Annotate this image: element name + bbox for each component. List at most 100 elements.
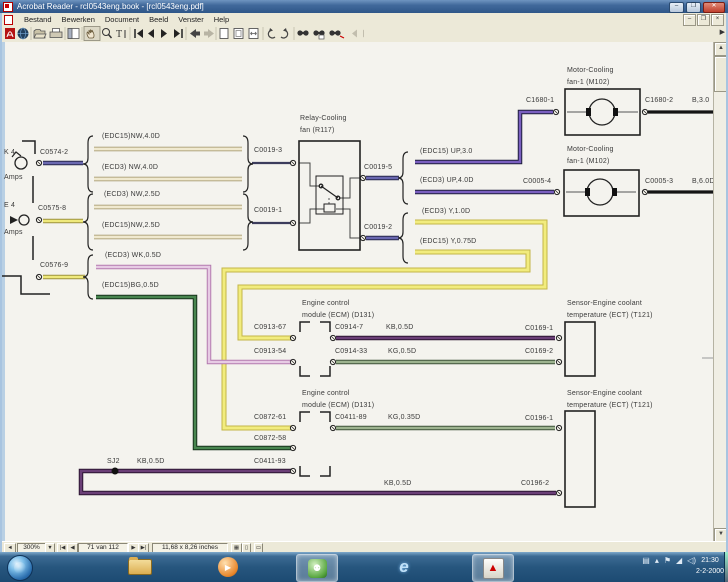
menu-item-document[interactable]: Document [100,15,144,24]
wire-label: K 4 [4,149,15,156]
wire-label: Amps [4,229,23,236]
wire-label: (EDC15)NW,2.5D [102,222,160,229]
prev-highlight-icon[interactable] [352,30,357,38]
next-highlight-icon[interactable] [363,30,364,38]
menu-item-bestand[interactable]: Bestand [19,15,57,24]
tray-show-hidden-icon[interactable]: ▴ [655,556,659,565]
taskbar-media-player-icon[interactable]: ▶ [208,554,248,580]
wire-label: C0169-1 [525,325,553,332]
actual-size-icon[interactable] [220,29,228,39]
wire-label: C0411-89 [335,414,367,421]
find-icon[interactable] [297,30,308,35]
wire-label: C1680-2 [645,97,673,104]
web-buy-icon[interactable] [18,28,29,39]
wire-label: C0005-3 [645,178,673,185]
wire-label: Motor-Cooling [567,67,614,74]
wire-label: C0872-61 [254,414,286,421]
clock-time: 21:30 [695,555,725,566]
wire-label: B,6.0D [692,178,713,185]
rotate-right-icon[interactable] [281,28,288,38]
tray-monitor-icon[interactable]: ▤ [642,556,650,565]
menu-bar: BestandBewerkenDocumentBeeldVensterHelp … [2,13,726,27]
wire-label: C0913-54 [254,348,286,355]
wire-label: Amps [4,174,23,181]
taskbar-messenger-icon[interactable]: ⚉ [296,554,338,582]
child-minimize-button[interactable]: – [683,14,696,26]
search-icon[interactable] [313,30,324,39]
taskbar-explorer-icon[interactable] [120,554,160,580]
wire-label: KB,0.5D [386,324,413,331]
wire-label: C0576-9 [40,262,68,269]
close-button[interactable]: ✕ [703,2,725,13]
go-forward-icon[interactable] [204,29,214,38]
go-back-icon[interactable] [190,29,200,38]
menu-item-beeld[interactable]: Beeld [144,15,173,24]
wire-label: (EDC15)NW,4.0D [102,133,160,140]
toolbar-overflow-icon[interactable]: ▶ [720,28,725,36]
wire-label: temperature (ECT) (T121) [567,312,653,319]
title-bar[interactable]: Acrobat Reader - rcl0543eng.book - [rcl0… [0,0,728,13]
next-page-icon[interactable] [161,29,167,38]
wire-label: E 4 [4,202,15,209]
child-restore-button[interactable]: ❐ [697,14,710,26]
prev-page-icon[interactable] [148,29,154,38]
wire-label: C0913-67 [254,324,286,331]
acrobat-reader-window: Acrobat Reader - rcl0543eng.book - [rcl0… [0,0,728,582]
wire-label: C0196-1 [525,415,553,422]
search-results-icon[interactable] [329,30,344,38]
menu-item-venster[interactable]: Venster [173,15,208,24]
show-desktop-button[interactable] [724,552,728,582]
taskbar-clock[interactable]: 21:30 2-2-2000 [695,555,725,577]
open-file-icon[interactable] [34,30,46,39]
taskbar-adobe-reader-icon[interactable]: ▲ [472,554,514,582]
wire-label: temperature (ECT) (T121) [567,402,653,409]
text-select-tool-icon[interactable]: T [116,29,125,40]
start-button[interactable] [7,555,33,581]
tray-action-center-icon[interactable]: ⚑ [664,556,671,565]
fit-page-icon[interactable] [234,29,243,39]
wire-label: (EDC15)BG,0.5D [102,282,159,289]
wire-label: Sensor-Engine coolant [567,390,642,397]
menu-items: BestandBewerkenDocumentBeeldVensterHelp [19,15,234,24]
wire-label: C0019-5 [364,164,392,171]
wire-label: C0872-58 [254,435,286,442]
minimize-button[interactable]: – [669,2,684,13]
menu-item-help[interactable]: Help [209,15,234,24]
wire-label: KB,0.5D [384,480,411,487]
wire-label: C1680-1 [526,97,554,104]
menu-item-bewerken[interactable]: Bewerken [57,15,100,24]
acrobat-app-icon [3,2,13,12]
maximize-button[interactable]: ❐ [686,2,701,13]
pdf-page[interactable]: (EDC15)NW,4.0D(ECD3) NW,4.0DC0574-2K 4Am… [2,42,713,541]
wire-label: Motor-Cooling [567,146,614,153]
wire-label: (EDC15) UP,3.0 [420,148,472,155]
wire-label: (EDC15) Y,0.75D [420,238,476,245]
acrobat-logo-icon [5,28,15,39]
wire-label: C0019-2 [364,224,392,231]
child-close-button[interactable]: × [711,14,724,26]
wire-label: B,3.0 [692,97,709,104]
wire-label: (ECD3) NW,2.5D [104,191,160,198]
wire-label: (ECD3) Y,1.0D [422,208,470,215]
wire-label: KG,0.5D [388,348,416,355]
tray-network-icon[interactable]: ◢ [676,556,682,565]
last-page-icon[interactable] [174,29,182,38]
wire-label: (ECD3) NW,4.0D [102,164,158,171]
rotate-left-icon[interactable] [268,28,275,38]
clock-date: 2-2-2000 [695,566,725,577]
wire-label: KB,0.5D [137,458,164,465]
windows-taskbar: ▶ ⚉ e ▲ ▤ ▴ ⚑ ◢ ◁) 21:30 2-2-2000 [0,552,728,582]
pdf-document-icon[interactable] [4,15,13,25]
system-tray: ▤ ▴ ⚑ ◢ ◁) [642,556,696,565]
vertical-scrollbar[interactable]: ▲ ▼ [713,42,727,541]
first-page-icon[interactable] [135,29,143,38]
wire-label: C0019-1 [254,207,282,214]
svg-text:T: T [116,29,122,40]
zoom-tool-icon[interactable] [103,29,112,39]
nav-pane-toggle-icon[interactable] [68,29,79,39]
taskbar-internet-explorer-icon[interactable]: e [384,554,424,580]
fit-width-icon[interactable] [249,29,258,39]
wire-label: C0005-4 [523,178,551,185]
print-icon[interactable] [50,29,62,38]
wiring-diagram [2,42,713,541]
